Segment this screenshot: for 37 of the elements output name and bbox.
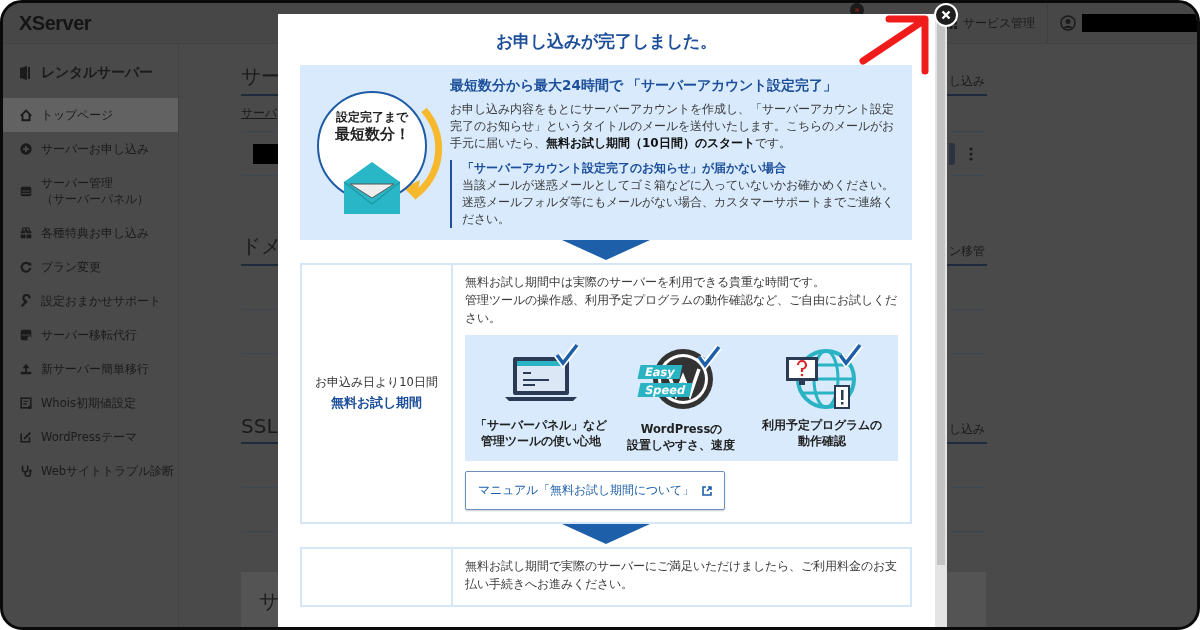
step-paragraph: 管理ツールの操作感、利用予定プログラムの動作確認など、ご自由にお試しください。 <box>465 292 898 327</box>
step-paragraph: 無料お試し期間中は実際のサーバーを利用できる貴重な時間です。 <box>465 274 826 291</box>
edit-icon <box>19 430 33 444</box>
feature-label: WordPressの 設置しやすさ、速度 <box>627 421 736 453</box>
feature-label: 利用予定プログラムの 動作確認 <box>761 417 882 449</box>
action-button[interactable] <box>949 142 955 165</box>
manual-link-button[interactable]: マニュアル「無料お試し期間について」 <box>465 471 725 510</box>
feature-tag: Easy <box>638 365 683 379</box>
note-heading: 「サーバーアカウント設定完了のお知らせ」が届かない場合 <box>462 160 787 177</box>
badge-headline: 最短数分！ <box>334 124 410 144</box>
info-paragraph: お申し込み内容をもとにサーバーアカウントを作成し、「サーバーアカウント設定完了のお知らせ」というタイトルのメールを送付いたします。こちらのメールがお手元に届いたら、無料お試し期間（10日間）のスタートです。 <box>450 101 895 152</box>
badge-caption: 設定完了まで <box>336 109 408 125</box>
kebab-menu-icon[interactable] <box>969 146 973 161</box>
feature-label: 「サーバーパネル」など 管理ツールの使い心地 <box>475 417 608 449</box>
down-arrow-icon <box>562 524 650 544</box>
home-icon <box>19 108 33 122</box>
user-icon[interactable] <box>1060 15 1076 31</box>
down-arrow-icon <box>562 240 650 260</box>
document-icon <box>19 396 33 410</box>
refresh-icon <box>19 260 33 274</box>
gift-icon <box>19 226 33 240</box>
card-heading: サ <box>259 589 279 613</box>
close-icon <box>941 10 951 20</box>
wrench-icon <box>19 294 33 308</box>
modal-title: お申し込みが完了しました。 <box>495 30 717 53</box>
step-paragraph: 無料お試し期間で実際のサーバーにご満足いただけましたら、ご利用料金のお支払い手続きへお進みください。 <box>465 558 898 593</box>
external-link-icon <box>702 485 712 496</box>
info-heading: 最短数分から最大24時間で 「サーバーアカウント設定完了」 <box>450 77 839 95</box>
feature-tag: Speed <box>638 383 694 397</box>
plus-circle-icon <box>19 142 33 156</box>
stethoscope-icon <box>19 464 33 478</box>
step-caption: お申込み日より10日間 <box>315 375 438 390</box>
step-title: 無料お試し期間 <box>331 394 422 412</box>
note-paragraph: 当該メールが迷惑メールとしてゴミ箱などに入っていないかお確かめください。迷惑メールフォルダ等にもメールがない場合、カスタマーサポートまでご連絡ください。 <box>462 177 895 228</box>
upload-icon <box>19 362 33 376</box>
redacted-value <box>253 143 279 164</box>
sidebar-item[interactable]: トップページ <box>3 98 178 132</box>
